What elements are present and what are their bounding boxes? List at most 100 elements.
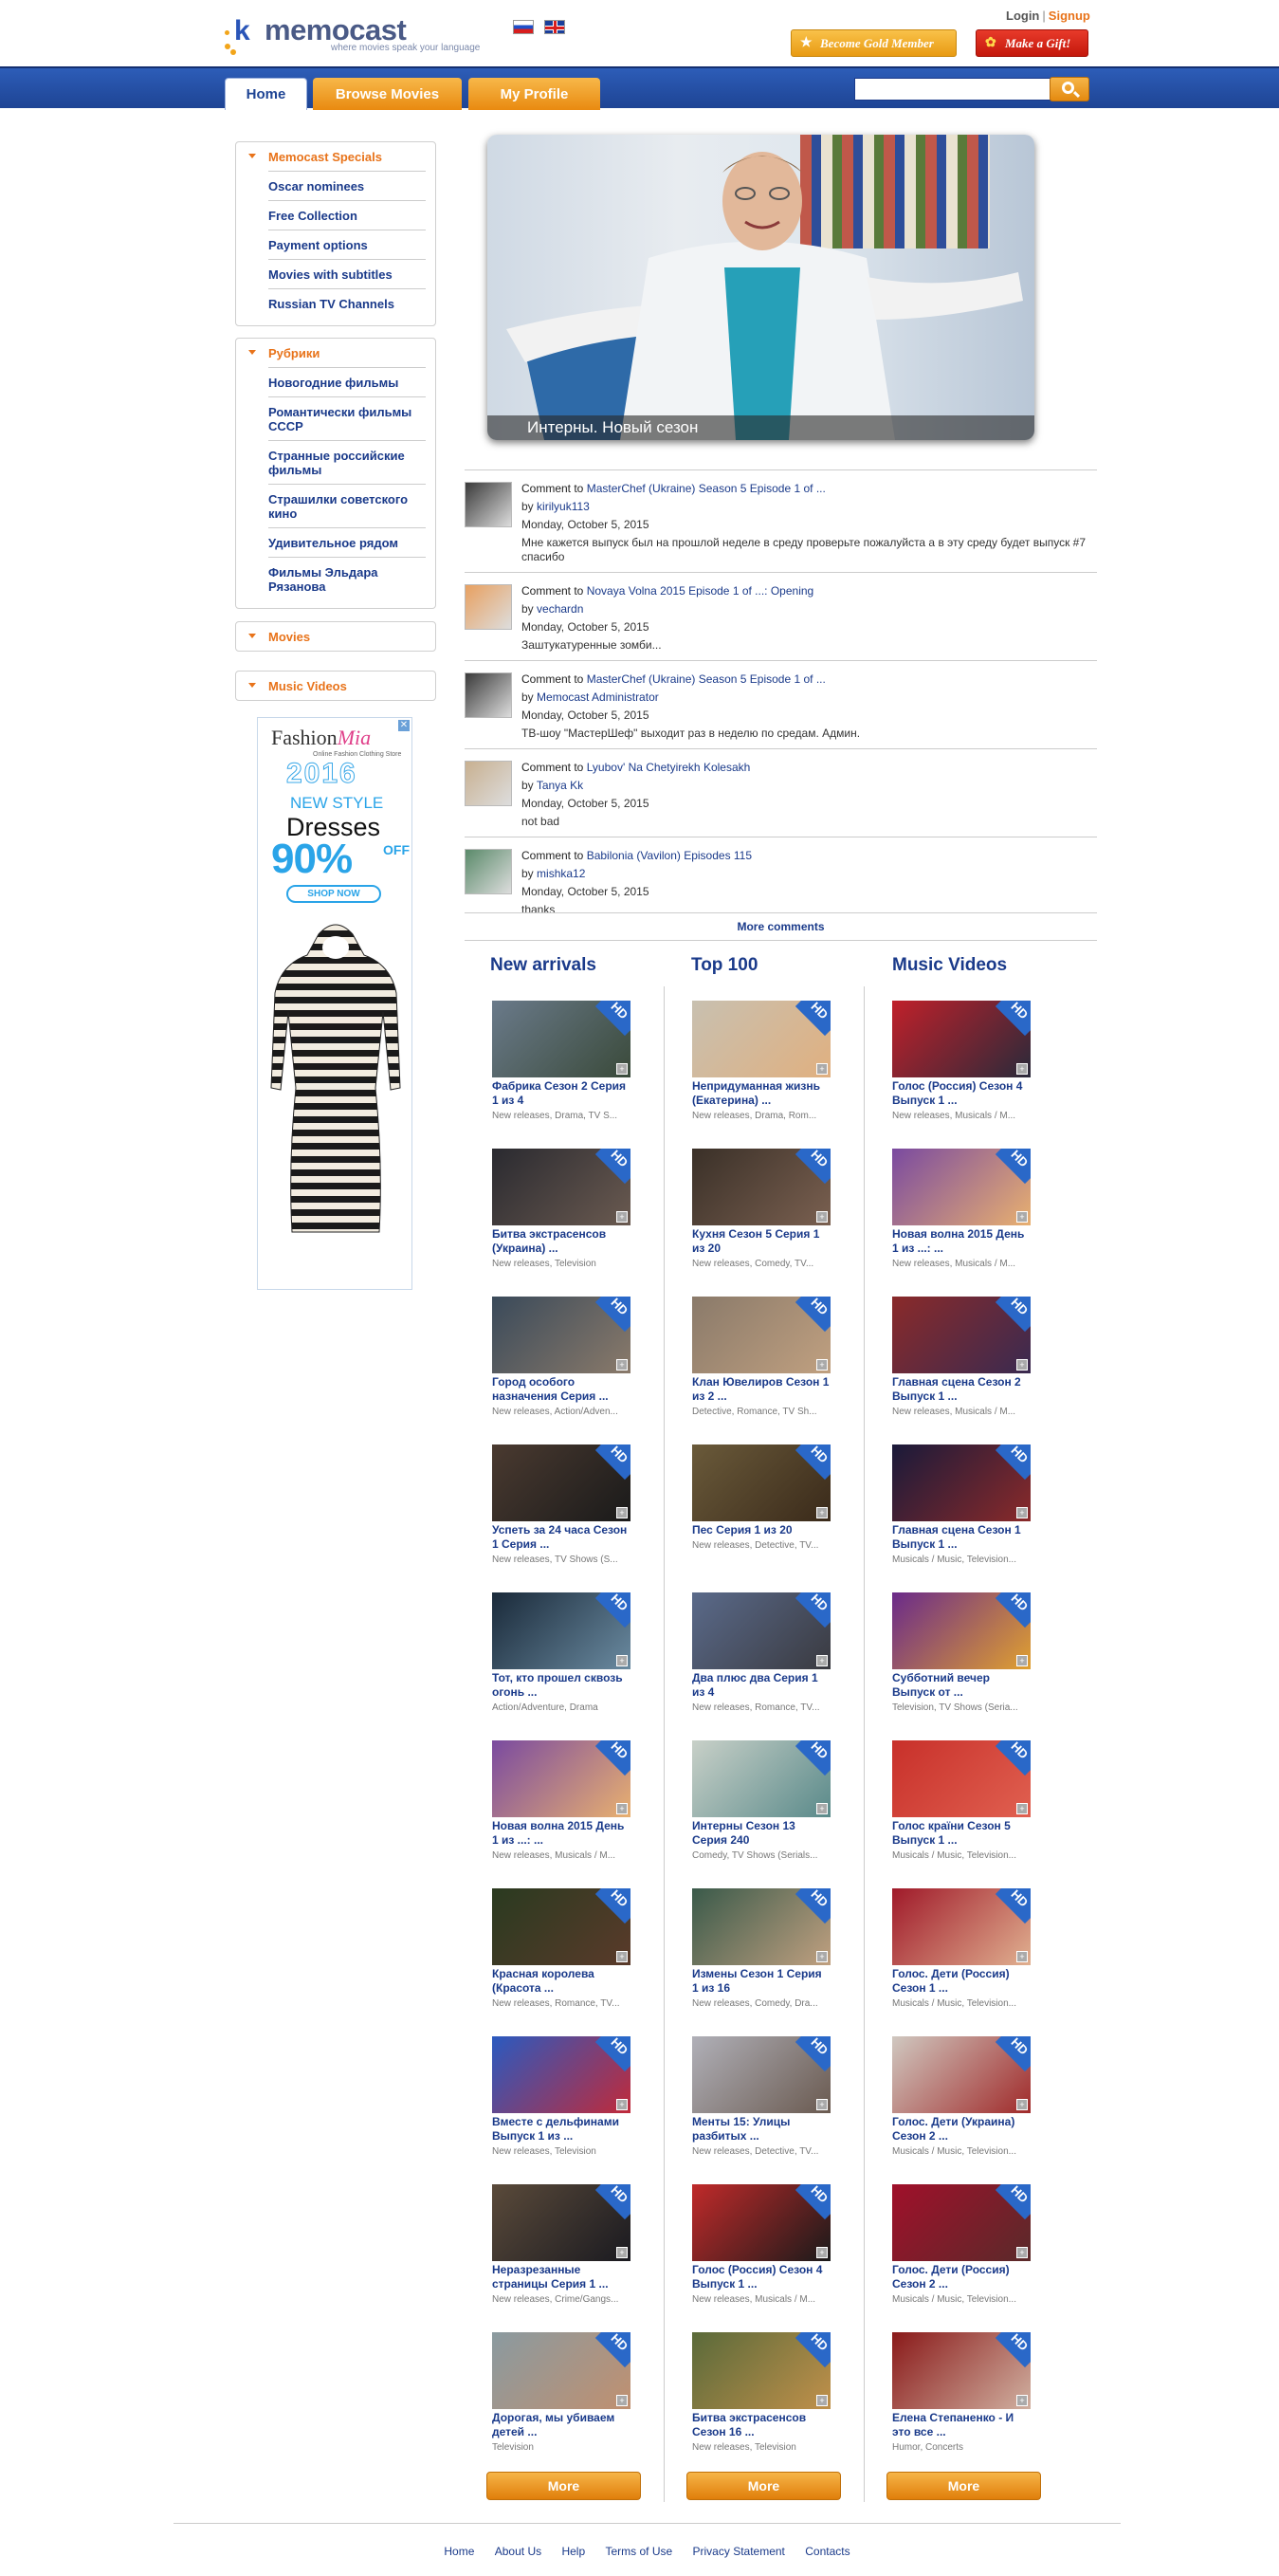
add-to-playlist-icon[interactable]: + [616, 2099, 628, 2110]
more-top-100-button[interactable]: More [686, 2472, 841, 2500]
movie-title[interactable]: Город особого назначения Серия ... [492, 1375, 630, 1404]
add-to-playlist-icon[interactable]: + [616, 1507, 628, 1518]
sidebar-item-amazing-nearby[interactable]: Удивительное рядом [268, 528, 426, 558]
movie-title[interactable]: Субботний вечер Выпуск от ... [892, 1671, 1031, 1700]
movie-title[interactable]: Дорогая, мы убиваем детей ... [492, 2411, 630, 2439]
movie-card[interactable]: HD + Голос (Россия) Сезон 4 Выпуск 1 ... Ne… [692, 2184, 844, 2307]
sidebar-item-romantic-ussr[interactable]: Романтически фильмы СССР [268, 397, 426, 441]
sidebar-item-ryazanov-films[interactable]: Фильмы Эльдара Рязанова [268, 558, 426, 600]
movie-thumbnail[interactable]: HD + [892, 1149, 1031, 1225]
tab-my-profile[interactable]: My Profile [468, 78, 600, 110]
movie-card[interactable]: HD + Успеть за 24 часа Сезон 1 Серия ... Ne… [492, 1444, 644, 1567]
comment-target-link[interactable]: Novaya Volna 2015 Episode 1 of ...: Open… [587, 584, 814, 598]
sidebar-item-oscar-nominees[interactable]: Oscar nominees [268, 172, 426, 201]
add-to-playlist-icon[interactable]: + [616, 1655, 628, 1666]
comment-author-link[interactable]: Tanya Kk [537, 779, 583, 792]
add-to-playlist-icon[interactable]: + [1016, 1063, 1028, 1075]
movie-thumbnail[interactable]: HD + [492, 1888, 630, 1965]
sidebar-item-movies-with-subtitles[interactable]: Movies with subtitles [268, 260, 426, 289]
movie-card[interactable]: HD + Красная королева (Красота ... New rele… [492, 1888, 644, 2011]
movie-card[interactable]: HD + Голос. Дети (Россия) Сезон 2 ... Music… [892, 2184, 1044, 2307]
login-link[interactable]: Login [1006, 9, 1039, 23]
sidebar-item-free-collection[interactable]: Free Collection [268, 201, 426, 230]
movie-card[interactable]: HD + Интерны Сезон 13 Серия 240 Comedy, TV … [692, 1740, 844, 1863]
add-to-playlist-icon[interactable]: + [816, 1803, 828, 1814]
add-to-playlist-icon[interactable]: + [616, 2247, 628, 2258]
footer-link-privacy[interactable]: Privacy Statement [693, 2545, 785, 2558]
comment-target-link[interactable]: MasterChef (Ukraine) Season 5 Episode 1 … [587, 482, 826, 495]
movie-thumbnail[interactable]: HD + [892, 1740, 1031, 1817]
user-avatar[interactable] [465, 849, 512, 894]
movie-card[interactable]: HD + Новая волна 2015 День 1 из ...: ... Ne… [492, 1740, 644, 1863]
movie-thumbnail[interactable]: HD + [892, 2332, 1031, 2409]
movie-title[interactable]: Измены Сезон 1 Серия 1 из 16 [692, 1967, 831, 1996]
movie-card[interactable]: HD + Голос. Дети (Россия) Сезон 1 ... Music… [892, 1888, 1044, 2011]
movie-title[interactable]: Кухня Сезон 5 Серия 1 из 20 [692, 1227, 831, 1256]
footer-link-about-us[interactable]: About Us [495, 2545, 541, 2558]
movie-thumbnail[interactable]: HD + [692, 1297, 831, 1373]
tab-browse-movies[interactable]: Browse Movies [313, 78, 462, 110]
movie-title[interactable]: Голос краïни Сезон 5 Выпуск 1 ... [892, 1819, 1031, 1848]
tab-home[interactable]: Home [225, 78, 307, 110]
movie-thumbnail[interactable]: HD + [492, 1592, 630, 1669]
footer-link-terms[interactable]: Terms of Use [605, 2545, 672, 2558]
comment-author-link[interactable]: mishka12 [537, 867, 585, 880]
add-to-playlist-icon[interactable]: + [616, 1951, 628, 1962]
movie-thumbnail[interactable]: HD + [892, 1888, 1031, 1965]
sidebar-item-russian-tv-channels[interactable]: Russian TV Channels [268, 289, 426, 318]
movie-card[interactable]: HD + Дорогая, мы убиваем детей ... Televisi… [492, 2332, 644, 2455]
comment-target-link[interactable]: Babilonia (Vavilon) Episodes 115 [587, 849, 752, 862]
fashion-advertisement[interactable]: ✕ FashionMia Online Fashion Clothing Sto… [257, 717, 412, 1290]
add-to-playlist-icon[interactable]: + [1016, 1507, 1028, 1518]
comment-author-link[interactable]: Memocast Administrator [537, 690, 659, 704]
movie-card[interactable]: HD + Город особого назначения Серия ... New… [492, 1297, 644, 1419]
movie-card[interactable]: HD + Непридуманная жизнь (Екатерина) ... Ne… [692, 1001, 844, 1123]
movie-thumbnail[interactable]: HD + [492, 1740, 630, 1817]
user-avatar[interactable] [465, 584, 512, 630]
add-to-playlist-icon[interactable]: + [816, 1359, 828, 1371]
add-to-playlist-icon[interactable]: + [1016, 1803, 1028, 1814]
movie-thumbnail[interactable]: HD + [892, 1297, 1031, 1373]
movie-card[interactable]: HD + Елена Степаненко - И это все ... Humor… [892, 2332, 1044, 2455]
movie-thumbnail[interactable]: HD + [892, 1444, 1031, 1521]
movie-card[interactable]: HD + Клан Ювелиров Сезон 1 из 2 ... Detecti… [692, 1297, 844, 1419]
footer-link-help[interactable]: Help [561, 2545, 585, 2558]
ad-shop-now-button[interactable]: SHOP NOW [286, 885, 381, 903]
sidebar-item-strange-russian[interactable]: Странные российские фильмы [268, 441, 426, 485]
movie-title[interactable]: Голос. Дети (Украина) Сезон 2 ... [892, 2115, 1031, 2144]
add-to-playlist-icon[interactable]: + [616, 2395, 628, 2406]
movie-card[interactable]: HD + Измены Сезон 1 Серия 1 из 16 New relea… [692, 1888, 844, 2011]
more-new-arrivals-button[interactable]: More [486, 2472, 641, 2500]
movie-card[interactable]: HD + Пес Серия 1 из 20 New releases, Detect… [692, 1444, 844, 1553]
sidebar-box-title[interactable]: Рубрики [236, 339, 435, 367]
sidebar-item-soviet-horror[interactable]: Страшилки советского кино [268, 485, 426, 528]
add-to-playlist-icon[interactable]: + [816, 1063, 828, 1075]
add-to-playlist-icon[interactable]: + [1016, 1655, 1028, 1666]
search-input[interactable] [854, 78, 1051, 101]
movie-thumbnail[interactable]: HD + [492, 1001, 630, 1077]
sidebar-box-title[interactable]: Movies [236, 622, 435, 651]
footer-link-contacts[interactable]: Contacts [805, 2545, 850, 2558]
russian-flag-icon[interactable] [513, 20, 534, 34]
movie-thumbnail[interactable]: HD + [692, 1740, 831, 1817]
movie-thumbnail[interactable]: HD + [492, 2332, 630, 2409]
movie-title[interactable]: Успеть за 24 часа Сезон 1 Серия ... [492, 1523, 630, 1552]
signup-link[interactable]: Signup [1049, 9, 1090, 23]
movie-card[interactable]: HD + Кухня Сезон 5 Серия 1 из 20 New releas… [692, 1149, 844, 1271]
movie-title[interactable]: Новая волна 2015 День 1 из ...: ... [492, 1819, 630, 1848]
movie-title[interactable]: Фабрика Сезон 2 Серия 1 из 4 [492, 1079, 630, 1108]
make-a-gift-button[interactable]: ✿ Make a Gift! [976, 29, 1088, 57]
more-comments-link[interactable]: More comments [465, 912, 1097, 941]
movie-card[interactable]: HD + Битва экстрасенсов Сезон 16 ... New re… [692, 2332, 844, 2455]
movie-card[interactable]: HD + Неразрезанные страницы Серия 1 ... New… [492, 2184, 644, 2307]
movie-title[interactable]: Голос. Дети (Россия) Сезон 1 ... [892, 1967, 1031, 1996]
comment-author-link[interactable]: vechardn [537, 602, 583, 616]
comment-target-link[interactable]: MasterChef (Ukraine) Season 5 Episode 1 … [587, 672, 826, 686]
movie-title[interactable]: Менты 15: Улицы разбитых ... [692, 2115, 831, 2144]
movie-card[interactable]: HD + Голос (Россия) Сезон 4 Выпуск 1 ... Ne… [892, 1001, 1044, 1123]
movie-card[interactable]: HD + Битва экстрасенсов (Украина) ... New r… [492, 1149, 644, 1271]
movie-card[interactable]: HD + Фабрика Сезон 2 Серия 1 из 4 New relea… [492, 1001, 644, 1123]
add-to-playlist-icon[interactable]: + [816, 1655, 828, 1666]
movie-title[interactable]: Главная сцена Сезон 1 Выпуск 1 ... [892, 1523, 1031, 1552]
movie-title[interactable]: Непридуманная жизнь (Екатерина) ... [692, 1079, 831, 1108]
